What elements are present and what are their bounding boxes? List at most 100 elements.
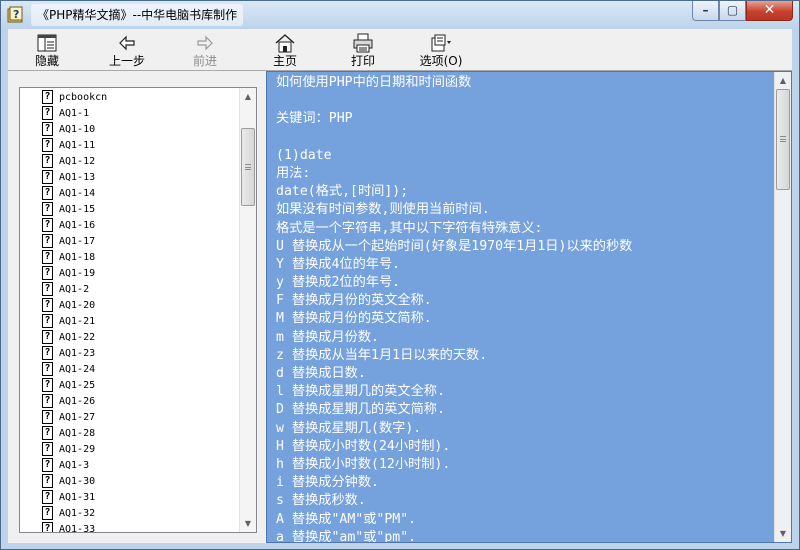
forward-button[interactable]: 前进	[180, 31, 230, 69]
tree-item[interactable]: ? AQ1-1	[20, 106, 232, 122]
tree-item[interactable]: ? AQ1-3	[20, 458, 232, 474]
tree-item[interactable]: ? AQ1-13	[20, 170, 232, 186]
tree-item[interactable]: ? AQ1-31	[20, 490, 232, 506]
document-line: 关键词：PHP	[276, 111, 353, 127]
tree-item-label: AQ1-32	[59, 508, 96, 519]
tree-item[interactable]: ? AQ1-17	[20, 234, 232, 250]
help-topic-icon: ?	[42, 490, 53, 504]
scroll-down-arrow-icon[interactable]: ▼	[240, 515, 256, 532]
grip-icon	[245, 163, 251, 170]
help-topic-icon: ?	[42, 378, 53, 392]
help-topic-icon: ?	[42, 106, 53, 120]
document-scrollbar[interactable]: ▲ ▼	[774, 72, 791, 542]
help-topic-icon: ?	[42, 458, 53, 472]
tree-scroll-thumb[interactable]	[241, 127, 255, 206]
scroll-down-arrow-icon[interactable]: ▼	[775, 525, 791, 542]
tree-item[interactable]: ? AQ1-28	[20, 426, 232, 442]
document-line: M 替换成月份的英文简称.	[276, 311, 432, 327]
help-topic-icon: ?	[42, 426, 53, 440]
tree-item-label: AQ1-1	[59, 108, 90, 119]
tree-item-label: AQ1-28	[59, 428, 96, 439]
document-line: (1)date	[276, 147, 332, 163]
close-icon: ✕	[763, 2, 776, 18]
document-line: y 替换成2位的年号.	[276, 275, 401, 291]
tree-item-label: AQ1-18	[59, 252, 96, 263]
maximize-icon: ▢	[726, 3, 739, 17]
help-topic-icon: ?	[42, 330, 53, 344]
tree-item[interactable]: ? AQ1-26	[20, 394, 232, 410]
scroll-up-arrow-icon[interactable]: ▲	[775, 72, 791, 89]
tree-item[interactable]: ? AQ1-25	[20, 378, 232, 394]
hide-button[interactable]: 隐藏	[22, 31, 72, 69]
tree-item[interactable]: ? AQ1-15	[20, 202, 232, 218]
contents-tree[interactable]: ? pcbookcn? AQ1-1? AQ1-10? AQ1-11? AQ1-12? AQ1…	[19, 87, 257, 533]
tree-item[interactable]: ? AQ1-14	[20, 186, 232, 202]
help-topic-icon: ?	[42, 394, 53, 408]
tree-item[interactable]: ? AQ1-19	[20, 266, 232, 282]
options-button[interactable]: 选项(O)	[413, 31, 469, 69]
tree-item[interactable]: ? AQ1-33	[20, 522, 232, 532]
help-topic-icon: ?	[42, 346, 53, 360]
help-book-icon: ?	[7, 6, 23, 23]
help-topic-icon: ?	[42, 234, 53, 248]
tree-item-label: AQ1-27	[59, 412, 96, 423]
tree-item[interactable]: ? AQ1-21	[20, 314, 232, 330]
tree-item-label: AQ1-11	[59, 140, 96, 151]
document-line: w 替换成星期几(数字).	[276, 420, 422, 436]
tree-item[interactable]: ? AQ1-23	[20, 346, 232, 362]
tree-item[interactable]: ? AQ1-11	[20, 138, 232, 154]
help-topic-icon: ?	[42, 522, 53, 532]
scroll-up-arrow-icon[interactable]: ▲	[240, 88, 256, 105]
document-text: 如何使用PHP中的日期和时间函数 关键词：PHP (1)date 用法: date(格式…	[276, 74, 766, 542]
tree-item[interactable]: ? AQ1-22	[20, 330, 232, 346]
tree-item[interactable]: ? AQ1-30	[20, 474, 232, 490]
tree-item-label: AQ1-3	[59, 460, 90, 471]
tree-item-label: AQ1-25	[59, 380, 96, 391]
help-topic-icon: ?	[42, 170, 53, 184]
tree-item[interactable]: ? AQ1-16	[20, 218, 232, 234]
tree-item[interactable]: ? AQ1-10	[20, 122, 232, 138]
home-button[interactable]: 主页	[260, 31, 310, 69]
maximize-button[interactable]: ▢	[719, 1, 746, 21]
minimize-icon: –	[702, 3, 709, 17]
tree-item-label: AQ1-13	[59, 172, 96, 183]
tree-item-label: AQ1-21	[59, 316, 96, 327]
tree-item[interactable]: ? AQ1-2	[20, 282, 232, 298]
tree-item[interactable]: ? AQ1-24	[20, 362, 232, 378]
document-line: i 替换成分钟数.	[276, 475, 379, 491]
help-topic-icon: ?	[42, 282, 53, 296]
tree-scrollbar[interactable]: ▲ ▼	[239, 88, 256, 532]
hide-button-label: 隐藏	[34, 54, 59, 68]
tree-item[interactable]: ? AQ1-18	[20, 250, 232, 266]
arrow-right-icon	[197, 35, 213, 51]
toolbar: 隐藏 上一步 前进 主页 打印 选项(O)	[8, 29, 792, 71]
document-scroll-thumb[interactable]	[776, 89, 790, 190]
tree-item[interactable]: ? AQ1-20	[20, 298, 232, 314]
tree-item[interactable]: ? AQ1-27	[20, 410, 232, 426]
document-line: 用法:	[276, 165, 311, 181]
document-line: date(格式,[时间]);	[276, 184, 409, 200]
help-topic-icon: ?	[42, 138, 53, 152]
document-line: 如果没有时间参数,则使用当前时间.	[276, 202, 490, 218]
minimize-button[interactable]: –	[692, 1, 719, 21]
tree-list: ? pcbookcn? AQ1-1? AQ1-10? AQ1-11? AQ1-12? AQ1…	[20, 90, 232, 532]
back-button[interactable]: 上一步	[102, 31, 152, 69]
document-pane[interactable]: 如何使用PHP中的日期和时间函数 关键词：PHP (1)date 用法: date(格式…	[266, 71, 792, 543]
document-line: s 替换成秒数.	[276, 493, 366, 509]
tree-item-label: AQ1-26	[59, 396, 96, 407]
tree-item[interactable]: ? AQ1-32	[20, 506, 232, 522]
help-topic-icon: ?	[42, 250, 53, 264]
print-button[interactable]: 打印	[338, 31, 388, 69]
tree-item[interactable]: ? pcbookcn	[20, 90, 232, 106]
tree-item-label: pcbookcn	[59, 92, 108, 103]
app-window: ? 《PHP精华文摘》--中华电脑书库制作 – ▢ ✕ 隐藏 上一步 前进 主页…	[0, 0, 800, 550]
forward-button-label: 前进	[192, 54, 217, 68]
document-line: d 替换成日数.	[276, 366, 366, 381]
home-icon	[275, 34, 295, 53]
close-button[interactable]: ✕	[746, 1, 793, 21]
tree-item[interactable]: ? AQ1-12	[20, 154, 232, 170]
title-bar[interactable]: ? 《PHP精华文摘》--中华电脑书库制作 – ▢ ✕	[1, 1, 799, 29]
tree-item[interactable]: ? AQ1-29	[20, 442, 232, 458]
document-line: z 替换成从当年1月1日以来的天数.	[276, 347, 488, 363]
